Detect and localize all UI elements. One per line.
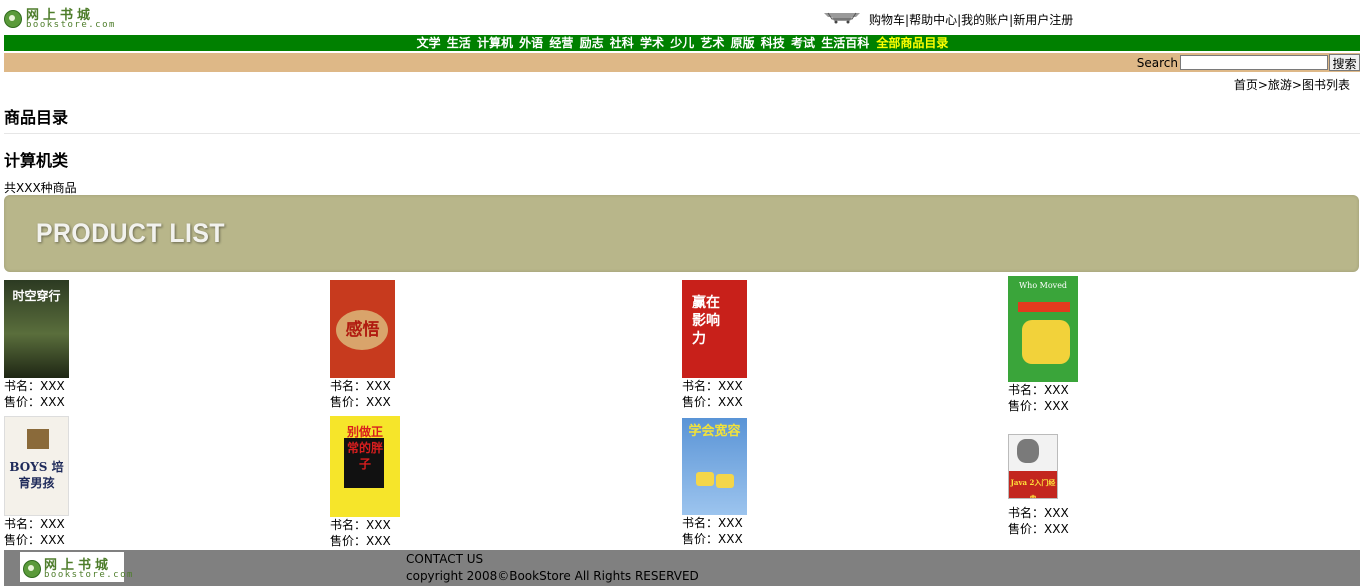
footer-contact-link[interactable]: CONTACT US xyxy=(406,552,483,566)
book-name: 书名：XXX xyxy=(1008,506,1069,520)
nav-category-encyclopedia[interactable]: 生活百科 xyxy=(821,36,869,50)
nav-category-art[interactable]: 艺术 xyxy=(700,36,724,50)
category-nav: 文学 生活 计算机 外语 经营 励志 社科 学术 少儿 艺术 原版 科技 考试 … xyxy=(4,35,1360,51)
link-my-account[interactable]: 我的账户 xyxy=(961,13,1009,27)
product-item: 感悟 书名：XXX 售价：XXX xyxy=(330,280,395,410)
book-cover-image[interactable]: BOYS 培育男孩 xyxy=(4,416,69,516)
nav-all-products[interactable]: 全部商品目录 xyxy=(876,36,948,50)
book-cover-title: 感悟 xyxy=(345,320,380,340)
top-links: 购物车|帮助中心|我的账户|新用户注册 xyxy=(869,11,1073,28)
product-item: BOYS 培育男孩 书名：XXX 售价：XXX xyxy=(4,416,69,548)
product-item: 学会宽容 书名：XXX 售价：XXX xyxy=(682,418,747,547)
book-price: 售价：XXX xyxy=(4,395,65,409)
breadcrumb: 首页>旅游>图书列表 xyxy=(1234,76,1350,93)
footer: 网上书城 bookstore.com CONTACT US copyright … xyxy=(4,550,1360,586)
breadcrumb-separator: > xyxy=(1257,78,1268,92)
breadcrumb-book-list: 图书列表 xyxy=(1301,78,1350,92)
book-name: 书名：XXX xyxy=(682,516,743,530)
section-divider xyxy=(4,133,1360,134)
book-cover-title: Java 2入门经典 xyxy=(1010,478,1056,499)
nav-category-life[interactable]: 生活 xyxy=(447,36,471,50)
book-name: 书名：XXX xyxy=(682,379,743,393)
cart-icon[interactable] xyxy=(822,10,862,24)
nav-category-exam[interactable]: 考试 xyxy=(791,36,815,50)
search-button[interactable]: 搜索 xyxy=(1329,54,1360,71)
product-item: Who Moved 书名：XXX 售价：XXX xyxy=(1008,276,1078,414)
book-price: 售价：XXX xyxy=(1008,399,1069,413)
product-item: 别做正常的胖子 书名：XXX 售价：XXX xyxy=(330,416,400,549)
product-item: 时空穿行 书名：XXX 售价：XXX xyxy=(4,280,69,410)
book-cover-image[interactable]: 时空穿行 xyxy=(4,280,69,378)
book-price: 售价：XXX xyxy=(682,532,743,546)
book-price: 售价：XXX xyxy=(4,533,65,547)
book-cover-title: 时空穿行 xyxy=(12,289,61,303)
nav-category-inspiration[interactable]: 励志 xyxy=(580,36,604,50)
book-cover-title: Who Moved xyxy=(1018,281,1068,290)
logo-emblem-icon xyxy=(23,560,41,578)
search-input[interactable] xyxy=(1180,55,1328,70)
book-cover-title: BOYS 培育男孩 xyxy=(9,460,64,490)
product-list-banner: PRODUCT LIST xyxy=(4,195,1359,272)
book-name: 书名：XXX xyxy=(1008,383,1069,397)
nav-category-foreign-language[interactable]: 外语 xyxy=(519,36,543,50)
book-name: 书名：XXX xyxy=(330,518,391,532)
nav-category-academic[interactable]: 学术 xyxy=(640,36,664,50)
breadcrumb-separator: > xyxy=(1291,78,1302,92)
logo-english-text: bookstore.com xyxy=(44,570,134,580)
site-logo[interactable]: 网上书城 bookstore.com xyxy=(4,4,114,32)
product-item: 赢在影响力 书名：XXX 售价：XXX xyxy=(682,280,747,410)
book-price: 售价：XXX xyxy=(682,395,743,409)
logo-english-text: bookstore.com xyxy=(26,20,116,30)
nav-category-children[interactable]: 少儿 xyxy=(670,36,694,50)
search-bar: Search 搜索 xyxy=(4,53,1360,72)
nav-category-literature[interactable]: 文学 xyxy=(417,36,441,50)
book-cover-image[interactable]: 学会宽容 xyxy=(682,418,747,515)
link-register[interactable]: 新用户注册 xyxy=(1013,13,1073,27)
nav-category-technology[interactable]: 科技 xyxy=(761,36,785,50)
book-name: 书名：XXX xyxy=(4,379,65,393)
breadcrumb-travel[interactable]: 旅游 xyxy=(1268,78,1292,92)
book-cover-image[interactable]: Who Moved xyxy=(1008,276,1078,382)
book-price: 售价：XXX xyxy=(1008,522,1069,536)
breadcrumb-home[interactable]: 首页 xyxy=(1234,78,1258,92)
product-count: 共XXX种商品 xyxy=(4,181,77,195)
footer-logo[interactable]: 网上书城 bookstore.com xyxy=(20,552,132,582)
product-item: Java 2入门经典 书名：XXX 售价：XXX xyxy=(1008,434,1069,537)
book-cover-image[interactable]: Java 2入门经典 xyxy=(1008,434,1058,499)
book-cover-title: 学会宽容 xyxy=(688,424,741,439)
nav-category-business[interactable]: 经营 xyxy=(549,36,573,50)
book-cover-title: 赢在影响力 xyxy=(692,295,720,347)
book-cover-image[interactable]: 别做正常的胖子 xyxy=(330,416,400,517)
nav-category-social-science[interactable]: 社科 xyxy=(610,36,634,50)
nav-category-computer[interactable]: 计算机 xyxy=(477,36,513,50)
book-cover-title: 别做正常的胖子 xyxy=(346,425,383,471)
catalog-title: 商品目录 xyxy=(4,108,69,127)
footer-copyright: copyright 2008©BookStore All Rights RESE… xyxy=(406,569,699,583)
logo-emblem-icon xyxy=(4,10,22,28)
banner-title: PRODUCT LIST xyxy=(36,218,226,248)
link-help-center[interactable]: 帮助中心 xyxy=(909,13,957,27)
link-cart[interactable]: 购物车 xyxy=(869,13,905,27)
book-cover-image[interactable]: 感悟 xyxy=(330,280,395,378)
nav-category-original[interactable]: 原版 xyxy=(731,36,755,50)
book-cover-image[interactable]: 赢在影响力 xyxy=(682,280,747,378)
category-title: 计算机类 xyxy=(4,151,69,170)
book-price: 售价：XXX xyxy=(330,395,391,409)
book-name: 书名：XXX xyxy=(4,517,65,531)
book-price: 售价：XXX xyxy=(330,534,391,548)
search-label: Search xyxy=(1136,56,1178,70)
book-name: 书名：XXX xyxy=(330,379,391,393)
